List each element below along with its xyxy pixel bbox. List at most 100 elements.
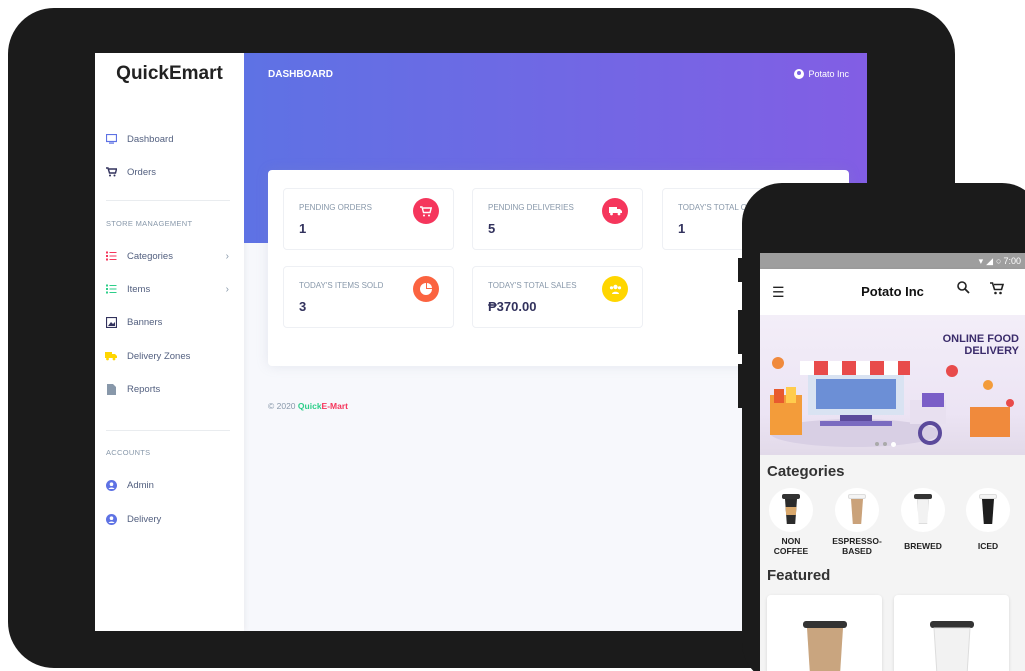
stat-label: TODAY'S TOTAL O [678,203,747,212]
footer: © 2020 QuickE-Mart [268,401,348,411]
image-icon [105,316,117,328]
stat-label: PENDING DELIVERIES [488,203,574,212]
category-label-line: ESPRESSO- [832,536,882,546]
carousel-indicators[interactable] [875,442,900,447]
stat-value: 1 [299,221,307,236]
file-icon [105,383,117,395]
section-label-accounts: ACCOUNTS [106,448,151,457]
monitor-icon [105,133,117,145]
sidebar-item-delivery-zones[interactable]: Delivery Zones [105,346,235,366]
category-item-espresso-based[interactable]: ESPRESSO- BASED [827,488,887,556]
category-label: BREWED [904,541,942,551]
user-circle-icon [105,479,117,491]
stat-card-pending-deliveries[interactable]: PENDING DELIVERIES 5 [472,188,643,250]
featured-product-card[interactable] [894,595,1009,671]
promo-banner-carousel[interactable]: ONLINE FOOD DELIVERY [760,315,1025,455]
section-label-store-management: STORE MANAGEMENT [106,219,193,228]
phone-side-button [738,258,744,282]
search-icon[interactable] [957,281,970,297]
category-item-iced[interactable]: ICED [958,488,1018,551]
banner-headline-line: ONLINE FOOD [942,333,1019,345]
sidebar-item-dashboard[interactable]: Dashboard [105,129,235,149]
page-title: DASHBOARD [268,69,333,80]
sidebar-item-label: Items [127,283,151,295]
brand-logo[interactable]: QuickEmart [95,63,244,85]
cart-icon[interactable] [990,282,1005,298]
sidebar-item-label: Categories [127,250,173,262]
cup-icon [914,494,932,524]
coffee-cup-image [930,621,974,671]
pie-chart-icon [413,276,439,302]
sidebar-item-items[interactable]: Items › [105,279,235,299]
mobile-app-screen: ▾ ◢ ○ 7:00 ☰ Potato Inc ONLINE FOOD DELI… [760,253,1025,671]
sidebar-item-delivery[interactable]: Delivery [105,509,235,529]
copyright: © 2020 [268,401,296,411]
category-label-line: NON [781,536,801,546]
category-item-non-coffee[interactable]: NON COFFEE [761,488,821,556]
cup-icon [782,494,800,524]
status-bar: ▾ ◢ ○ 7:00 [760,253,1025,269]
sidebar-divider [106,430,230,431]
carousel-dot[interactable] [875,442,879,446]
list-icon [105,283,117,295]
sidebar: QuickEmart Dashboard Orders STORE MANAGE… [95,53,244,631]
sidebar-item-label: Dashboard [127,133,174,145]
user-icon [794,69,805,79]
cart-icon [105,166,117,178]
sidebar-item-label: Reports [127,383,161,395]
stat-value: 1 [678,221,686,236]
sidebar-item-admin[interactable]: Admin [105,475,235,495]
sidebar-item-label: Delivery Zones [127,350,191,362]
user-circle-icon [105,513,117,525]
cup-icon [979,494,997,524]
category-image [901,488,945,532]
featured-heading: Featured [767,567,831,584]
stat-label: PENDING ORDERS [299,203,372,212]
truck-icon [105,350,117,362]
stat-label: TODAY'S TOTAL SALES [488,281,577,290]
sidebar-item-label: Admin [127,479,154,491]
category-image [769,488,813,532]
sidebar-item-label: Banners [127,316,163,328]
footer-brand-link[interactable]: E-Mart [322,401,348,411]
chevron-right-icon: › [225,283,229,295]
featured-product-card[interactable] [767,595,882,671]
cart-icon [413,198,439,224]
category-label-line: COFFEE [773,546,809,556]
category-label: ESPRESSO- BASED [827,536,887,556]
categories-heading: Categories [767,463,845,480]
carousel-dot-active[interactable] [891,442,896,447]
cup-icon [848,494,866,524]
category-label: NON COFFEE [761,536,821,556]
banner-headline-line: DELIVERY [964,345,1019,357]
phone-side-button [738,364,744,408]
stat-card-pending-orders[interactable]: PENDING ORDERS 1 [283,188,454,250]
sidebar-item-label: Orders [127,166,157,178]
carousel-dot[interactable] [883,442,887,446]
device-mockup: QuickEmart Dashboard Orders STORE MANAGE… [0,0,1025,671]
stat-card-todays-total-sales[interactable]: TODAY'S TOTAL SALES ₱370.00 [472,266,643,328]
battery-icon: ○ [996,256,1002,266]
category-label-line: BASED [842,546,872,556]
sidebar-item-orders[interactable]: Orders [105,162,235,182]
user-menu[interactable]: Potato Inc [794,69,849,79]
sidebar-item-categories[interactable]: Categories › [105,246,235,266]
signal-icon: ◢ [986,255,994,266]
category-item-brewed[interactable]: BREWED [893,488,953,551]
stat-value: ₱370.00 [488,299,537,314]
sidebar-item-reports[interactable]: Reports [105,379,235,399]
banner-headline: ONLINE FOOD DELIVERY [943,333,1019,357]
status-time: 7:00 [1003,256,1021,266]
category-image [835,488,879,532]
sidebar-item-banners[interactable]: Banners [105,312,235,332]
user-name: Potato Inc [808,69,849,79]
stat-value: 3 [299,299,307,314]
footer-brand-link[interactable]: Quick [298,401,322,411]
users-icon [602,276,628,302]
coffee-cup-image [803,621,847,671]
chevron-right-icon: › [225,250,229,262]
category-image [966,488,1010,532]
wifi-icon: ▾ [978,255,984,266]
stat-card-todays-items-sold[interactable]: TODAY'S ITEMS SOLD 3 [283,266,454,328]
sidebar-divider [106,200,230,201]
